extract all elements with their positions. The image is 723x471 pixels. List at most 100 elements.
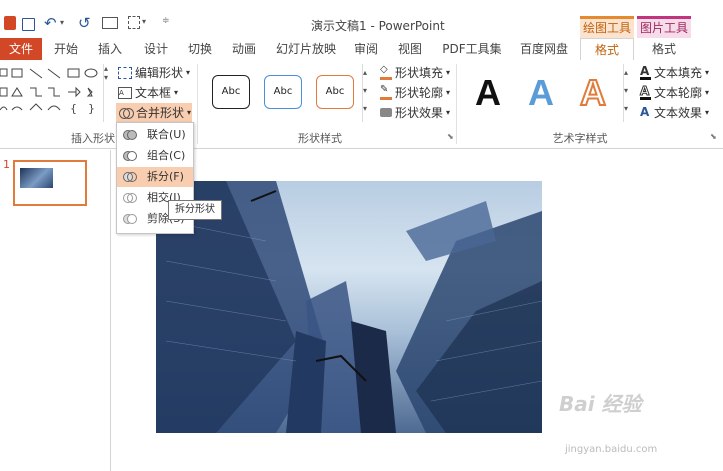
text-outline-label: 文本轮廓 [654,86,703,100]
shapes-gallery-icons: { } [0,68,98,115]
chevron-down-icon: ▾ [705,108,710,117]
text-effects-button[interactable]: A 文本效果 ▾ [640,104,709,121]
drawing-tools-label: 绘图工具 [580,16,634,38]
dialog-launcher-icon[interactable]: ⬊ [710,132,717,141]
chevron-down-icon: ▾ [187,108,192,117]
tab-insert[interactable]: 插入 [92,38,128,60]
ribbon-tabs: 文件 开始 插入 设计 切换 动画 幻灯片放映 审阅 视图 PDF工具集 百度网… [0,38,723,61]
shape-effects-button[interactable]: 形状效果 ▾ [380,104,450,121]
tab-format-picture[interactable]: 格式 [637,38,691,60]
tab-transitions[interactable]: 切换 [182,38,218,60]
tab-pdf-tools[interactable]: PDF工具集 [436,38,508,60]
svg-text:}: } [88,102,95,115]
menu-item-fragment[interactable]: 拆分(F) [117,167,193,187]
ribbon: { } ▴ ▾ 编辑形状 ▾ A 文本框 ▾ 合并形状 ▾ 插入形状 Abc Ab… [0,60,723,149]
svg-text:{: { [70,102,77,115]
tab-format-drawing[interactable]: 格式 [580,38,634,61]
chevron-down-icon: ▾ [446,68,451,77]
menu-item-label: 拆分(F) [147,170,184,183]
dialog-launcher-icon[interactable]: ⬊ [447,132,454,141]
text-outline-button[interactable]: A 文本轮廓 ▾ [640,83,710,101]
picture-tools-label: 图片工具 [637,16,691,38]
menu-item-union[interactable]: 联合(U) [117,125,193,145]
slide-thumbnail-1[interactable] [13,160,87,206]
text-fill-button[interactable]: A 文本填充 ▾ [640,64,709,81]
shape-style-orange[interactable]: Abc [316,75,354,109]
chevron-down-icon: ▾ [446,88,451,97]
redo-icon[interactable]: ↺ [78,14,91,32]
customize-qat-icon[interactable]: ≑ [162,16,170,26]
group-label-shape-styles: 形状样式 [298,132,342,145]
tab-slideshow[interactable]: 幻灯片放映 [270,38,342,60]
merge-shapes-icon [119,107,134,119]
select-dropdown-icon[interactable]: ▾ [142,17,146,26]
thumbnail-image [20,168,53,188]
wordart-style-orange-outline[interactable]: A [579,71,607,114]
text-fill-label: 文本填充 [654,66,703,80]
wordart-style-blue[interactable]: A [528,72,554,114]
shape-style-black[interactable]: Abc [212,75,250,109]
fragment-icon [123,170,137,184]
menu-item-combine[interactable]: 组合(C) [117,146,193,166]
text-fill-icon: A [640,63,651,80]
watermark-url: jingyan.baidu.com [565,444,658,455]
text-effects-label: 文本效果 [654,106,703,120]
shape-style-blue[interactable]: Abc [264,75,302,109]
text-effects-icon: A [640,105,650,119]
shape-fill-label: 形状填充 [395,66,444,80]
edit-shape-button[interactable]: 编辑形状 ▾ [118,64,190,81]
wordart-scroll[interactable]: ▴ ▾ ▾ [623,64,634,122]
tab-view[interactable]: 视图 [392,38,428,60]
text-box-button[interactable]: A 文本框 ▾ [118,84,178,101]
tooltip: 拆分形状 [168,200,222,220]
slide-number: 1 [3,158,10,171]
watermark-text: Bai 经验 [559,392,642,416]
edit-shape-label: 编辑形状 [135,66,184,80]
menu-item-label: 组合(C) [147,149,186,162]
shapes-gallery-scroll[interactable]: ▴ ▾ [103,64,114,122]
tab-file[interactable]: 文件 [0,38,42,60]
edit-shape-icon [118,66,132,79]
chevron-down-icon: ▾ [174,88,179,97]
slide-canvas[interactable]: Bai 经验 jingyan.baidu.com [112,150,723,471]
chevron-down-icon: ▾ [446,108,451,117]
subtract-icon [123,212,137,226]
shape-fill-button[interactable]: ◇ 形状填充 ▾ [380,64,450,81]
shapes-gallery[interactable]: { } [0,66,110,118]
undo-dropdown-icon[interactable]: ▾ [60,18,64,27]
chevron-down-icon: ▾ [705,88,710,97]
combine-icon [123,149,137,163]
tab-animations[interactable]: 动画 [226,38,262,60]
shape-effects-label: 形状效果 [395,106,444,120]
wordart-style-black[interactable]: A [475,72,501,114]
window-title: 演示文稿1 - PowerPoint [311,19,445,33]
text-box-label: 文本框 [135,86,172,100]
select-icon[interactable] [128,16,140,29]
undo-icon[interactable]: ↶ [44,14,57,32]
menu-item-label: 联合(U) [147,128,186,141]
merge-shapes-button[interactable]: 合并形状 ▾ [116,103,192,122]
text-outline-icon: A [640,83,651,100]
text-box-icon: A [118,86,132,99]
shape-styles-scroll[interactable]: ▴ ▾ ▾ [362,64,373,122]
group-divider [456,64,457,144]
group-label-insert-shapes: 插入形状 [71,132,115,145]
tab-review[interactable]: 审阅 [348,38,384,60]
tab-design[interactable]: 设计 [138,38,174,60]
merge-shapes-label: 合并形状 [136,106,185,120]
save-icon[interactable] [22,18,35,31]
intersect-icon [123,191,137,205]
presentation-icon[interactable] [102,17,118,29]
slide-thumbnail-pane: 1 [0,150,111,471]
shape-effects-icon [380,108,392,117]
powerpoint-logo-icon [4,16,16,30]
group-divider [197,64,198,144]
tab-baidu-netdisk[interactable]: 百度网盘 [514,38,574,60]
pencil-icon: ✎ [380,85,392,100]
title-bar: ↶ ▾ ↺ ▾ ≑ 演示文稿1 - PowerPoint 绘图工具 图片工具 [0,0,723,38]
tab-home[interactable]: 开始 [48,38,84,60]
union-icon [123,128,137,142]
group-label-wordart: 艺术字样式 [552,132,608,145]
shape-outline-button[interactable]: ✎ 形状轮廓 ▾ [380,84,450,101]
paint-bucket-icon: ◇ [380,65,392,80]
